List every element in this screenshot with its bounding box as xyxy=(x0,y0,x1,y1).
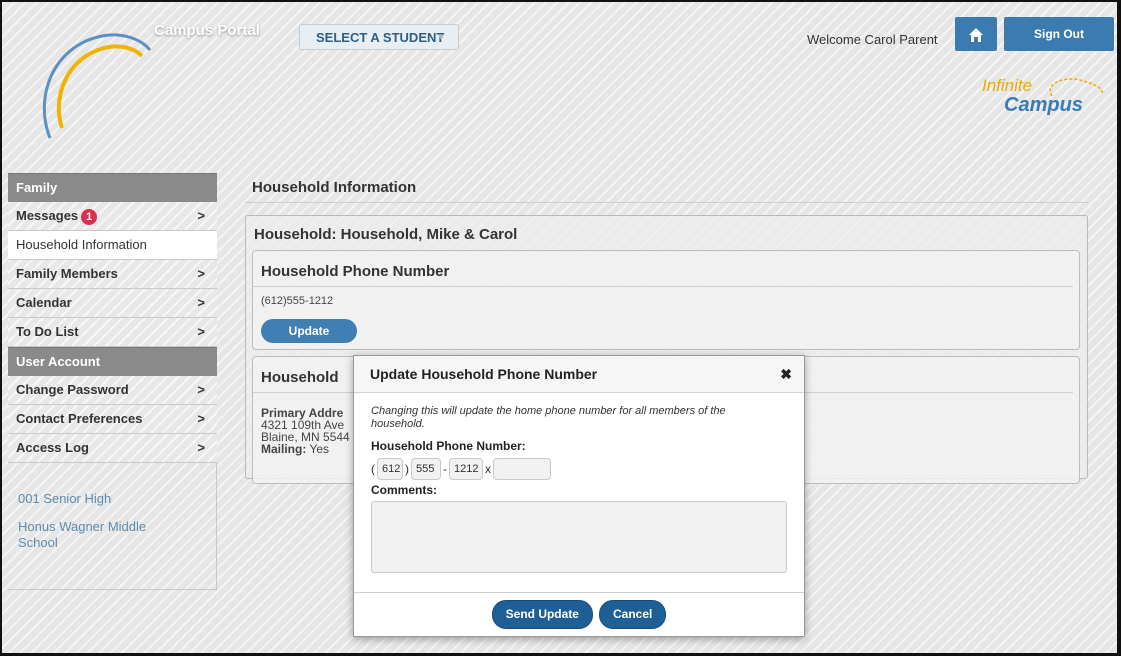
chevron-right-icon: > xyxy=(197,324,205,339)
comments-label: Comments: xyxy=(371,483,438,497)
school-link-middle-school[interactable]: Honus Wagner Middle School xyxy=(8,519,178,551)
phone-field-label: Household Phone Number: xyxy=(371,439,526,453)
phone-input-row: ( 612 ) 555 - 1212 x xyxy=(371,457,787,481)
student-selector[interactable]: SELECT A STUDENT ▼ xyxy=(299,24,459,50)
sidebar-item-label: Calendar xyxy=(16,295,72,310)
open-paren: ( xyxy=(371,462,375,476)
sidebar-item-access-log[interactable]: Access Log > xyxy=(8,434,217,463)
sidebar-item-label: To Do List xyxy=(16,324,79,339)
dialog-title: Update Household Phone Number xyxy=(370,366,598,382)
app-frame: Campus Portal SELECT A STUDENT ▼ Welcome… xyxy=(0,0,1121,656)
chevron-right-icon: > xyxy=(197,295,205,310)
chevron-right-icon: > xyxy=(197,440,205,455)
portal-title: Campus Portal xyxy=(154,22,260,39)
sidebar-item-label: Household Information xyxy=(16,237,147,252)
sidebar-item-label: Messages xyxy=(16,208,79,223)
message-count-badge: 1 xyxy=(81,208,98,225)
chevron-right-icon: > xyxy=(197,411,205,426)
sidebar-item-change-password[interactable]: Change Password > xyxy=(8,376,217,405)
household-title: Household: Household, Mike & Carol xyxy=(254,226,518,243)
campus-logo-arc xyxy=(42,33,152,139)
close-icon[interactable]: ✖ xyxy=(780,356,792,392)
phone-number-value: (612)555-1212 xyxy=(261,295,334,307)
dialog-body: Changing this will update the home phone… xyxy=(354,393,804,573)
mailing-label: Mailing: xyxy=(261,442,307,456)
home-button[interactable] xyxy=(955,17,997,51)
sidebar-heading-family: Family xyxy=(8,173,217,202)
sidebar-heading-user-account: User Account xyxy=(8,347,217,376)
brand-text-bottom: Campus xyxy=(1004,94,1083,116)
extension-marker: x xyxy=(485,462,491,476)
infinite-campus-logo: Infinite Campus xyxy=(982,76,1107,126)
sidebar-item-household-information[interactable]: Household Information xyxy=(8,231,217,260)
dialog-footer: Send Update Cancel xyxy=(354,592,804,636)
school-link-senior-high[interactable]: 001 Senior High xyxy=(8,491,178,507)
update-phone-dialog: Update Household Phone Number ✖ Changing… xyxy=(353,355,805,637)
dialog-note: Changing this will update the home phone… xyxy=(371,405,726,430)
cancel-button[interactable]: Cancel xyxy=(598,600,667,629)
chevron-right-icon: > xyxy=(197,266,205,281)
line-number-input[interactable]: 1212 xyxy=(449,458,483,480)
comments-textarea[interactable] xyxy=(371,501,787,573)
sign-out-button[interactable]: Sign Out xyxy=(1004,17,1114,51)
sidebar-item-calendar[interactable]: Calendar > xyxy=(8,289,217,318)
send-update-button[interactable]: Send Update xyxy=(491,600,593,629)
sidebar-item-label: Family Members xyxy=(16,266,118,281)
chevron-right-icon: > xyxy=(197,382,205,397)
portal-header: Campus Portal SELECT A STUDENT ▼ Welcome… xyxy=(2,2,1117,167)
house-icon xyxy=(969,27,983,42)
sidebar-item-label: Access Log xyxy=(16,440,89,455)
page-title: Household Information xyxy=(245,173,1088,203)
update-phone-button[interactable]: Update xyxy=(261,319,357,343)
chevron-right-icon: > xyxy=(197,208,205,223)
school-list: 001 Senior High Honus Wagner Middle Scho… xyxy=(8,463,217,590)
sidebar-item-messages[interactable]: Messages 1 > xyxy=(8,202,217,231)
sidebar-item-contact-preferences[interactable]: Contact Preferences > xyxy=(8,405,217,434)
phone-number-panel: Household Phone Number (612)555-1212 Upd… xyxy=(252,250,1080,350)
sidebar-item-label: Contact Preferences xyxy=(16,411,143,426)
dialog-header: Update Household Phone Number ✖ xyxy=(354,356,804,393)
sidebar-item-label: Change Password xyxy=(16,382,129,397)
phone-section-title: Household Phone Number xyxy=(253,251,1073,287)
mailing-value: Yes xyxy=(309,442,330,456)
sidebar-item-to-do-list[interactable]: To Do List > xyxy=(8,318,217,347)
dash: - xyxy=(443,462,447,476)
brand-text-top: Infinite xyxy=(982,76,1033,95)
prefix-input[interactable]: 555 xyxy=(411,458,441,480)
sidebar-nav: Family Messages 1 > Household Information… xyxy=(8,173,217,590)
close-paren: ) xyxy=(405,462,409,476)
welcome-text: Welcome Carol Parent xyxy=(807,32,938,47)
extension-input[interactable] xyxy=(493,458,551,480)
sidebar-item-family-members[interactable]: Family Members > xyxy=(8,260,217,289)
student-selector-label: SELECT A STUDENT xyxy=(316,30,445,45)
area-code-input[interactable]: 612 xyxy=(377,458,403,480)
chevron-down-icon: ▼ xyxy=(436,32,446,43)
